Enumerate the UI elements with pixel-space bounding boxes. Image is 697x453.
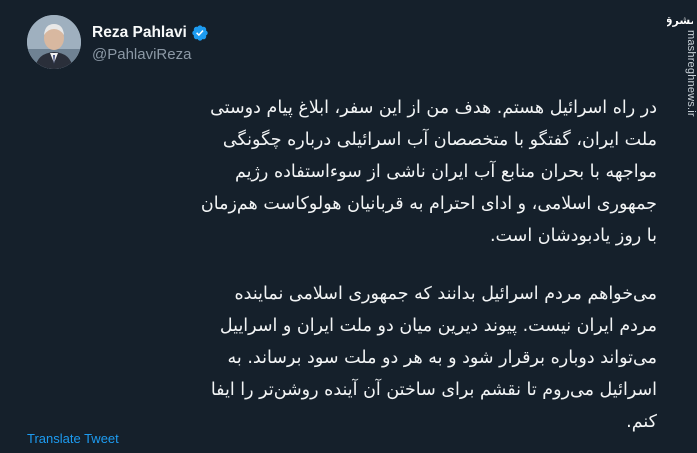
avatar-image <box>27 15 81 69</box>
translate-tweet-link[interactable]: Translate Tweet <box>27 431 119 446</box>
author-handle[interactable]: @PahlaviReza <box>92 46 209 63</box>
logo-text: مشرق <box>667 14 693 27</box>
tweet-line: مواجهه با بحران منابع آب ایران ناشی از س… <box>234 162 657 182</box>
name-row: Reza Pahlavi <box>92 22 209 44</box>
tweet-paragraph-1: در راه اسرائیل هستم. هدف من از این سفر، … <box>37 92 657 252</box>
tweet-header: Reza Pahlavi @PahlaviReza <box>27 14 209 70</box>
tweet-line: می‌تواند دوباره برقرار شود و به هر دو مل… <box>227 348 657 368</box>
watermark-text: mashreghnews.ir <box>685 30 697 117</box>
tweet-line: اسرائیل می‌روم تا نقشم برای ساختن آن آین… <box>210 380 657 400</box>
author-names: Reza Pahlavi @PahlaviReza <box>92 22 209 63</box>
tweet-line: مردم ایران نیست. پیوند دیرین میان دو ملت… <box>219 316 657 336</box>
display-name[interactable]: Reza Pahlavi <box>92 24 187 42</box>
tweet-line: می‌خواهم مردم اسرائیل بدانند که جمهوری ا… <box>234 284 657 304</box>
tweet-line: کنم. <box>626 412 657 432</box>
tweet-line: جمهوری اسلامی، و ادای احترام به قربانیان… <box>200 194 657 214</box>
tweet-paragraph-2: می‌خواهم مردم اسرائیل بدانند که جمهوری ا… <box>37 278 657 438</box>
tweet-card: Reza Pahlavi @PahlaviReza مشرق mashreghn… <box>0 0 697 453</box>
tweet-line: در راه اسرائیل هستم. هدف من از این سفر، … <box>210 98 657 118</box>
tweet-line: با روز یادبودشان است. <box>489 226 657 246</box>
avatar[interactable] <box>27 15 81 69</box>
tweet-line: ملت ایران، گفتگو با متخصصان آب اسرائیلی … <box>222 130 657 150</box>
mashregh-logo: مشرق <box>663 8 697 32</box>
verified-badge-icon <box>191 24 209 42</box>
